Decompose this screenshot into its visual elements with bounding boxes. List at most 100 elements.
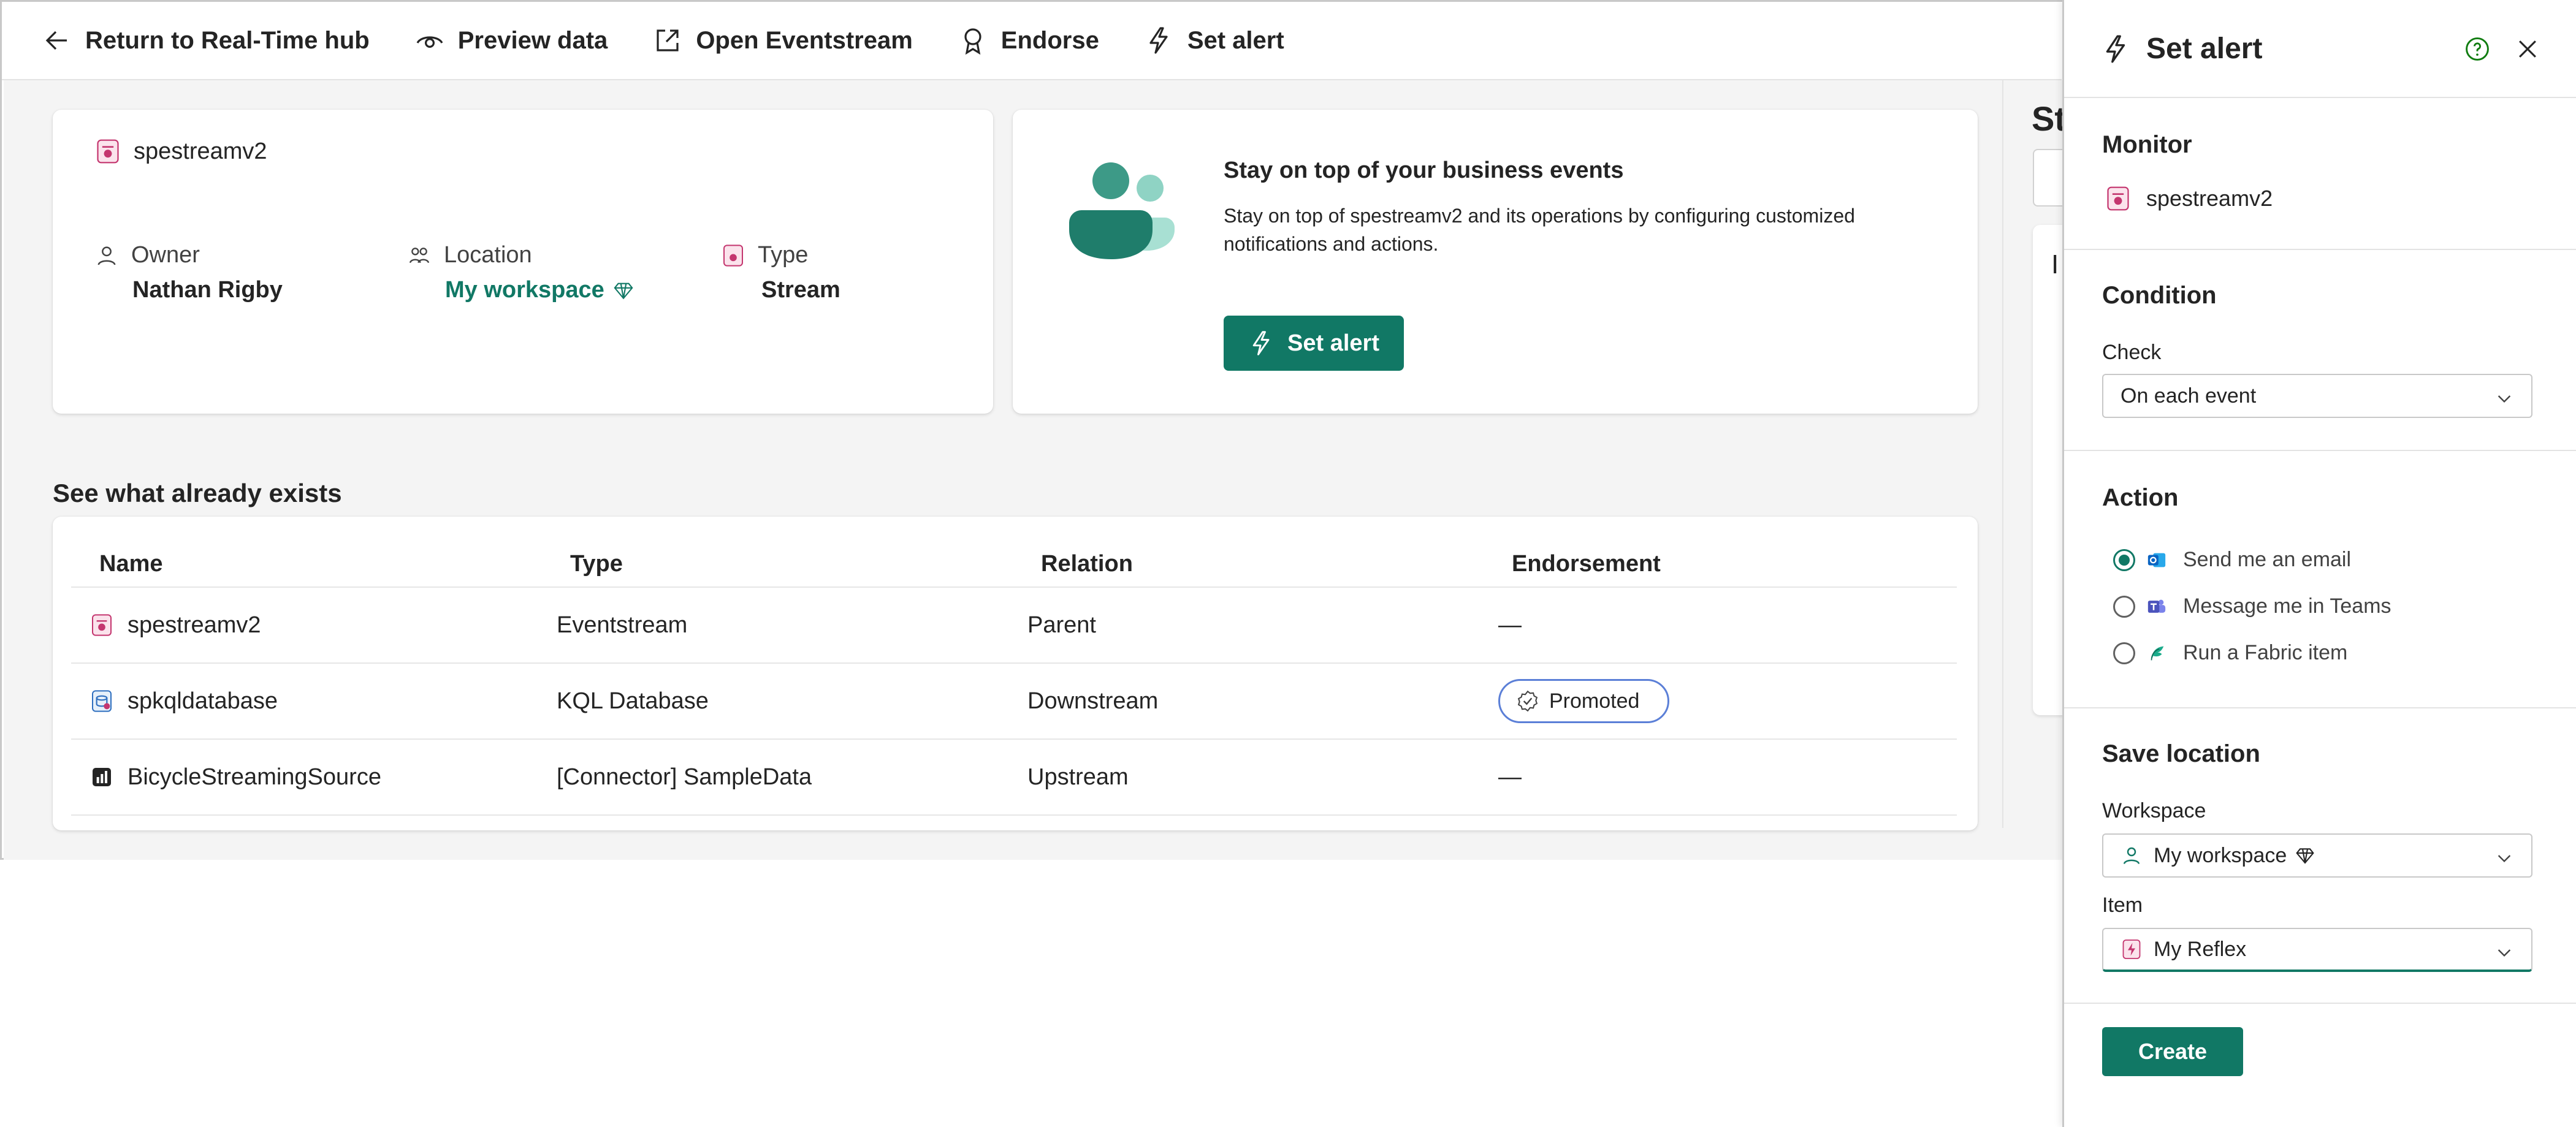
diamond-icon bbox=[2296, 848, 2314, 864]
row-name-cell[interactable]: BicycleStreamingSource bbox=[90, 764, 381, 791]
alert-promo-card: Stay on top of your business events Stay… bbox=[1013, 110, 1978, 414]
item-dropdown[interactable]: My Reflex bbox=[2102, 928, 2532, 972]
return-button[interactable]: Return to Real-Time hub bbox=[42, 26, 370, 55]
eventstream-icon bbox=[92, 614, 112, 636]
chevron-down-icon bbox=[2498, 855, 2511, 863]
promoted-badge: Promoted bbox=[1498, 679, 1670, 723]
row-endorsement-cell: Promoted bbox=[1498, 679, 1670, 723]
radio-unselected[interactable] bbox=[2113, 642, 2135, 664]
preview-data-button[interactable]: Preview data bbox=[415, 26, 608, 55]
person-icon bbox=[97, 246, 116, 265]
lightning-icon bbox=[2106, 35, 2125, 63]
promo-title: Stay on top of your business events bbox=[1224, 157, 1624, 183]
action-option-label: Message me in Teams bbox=[2183, 594, 2391, 618]
help-icon[interactable] bbox=[2464, 36, 2491, 63]
row-name-cell[interactable]: spestreamv2 bbox=[90, 612, 261, 639]
owner-value: Nathan Rigby bbox=[132, 277, 283, 303]
eventstream-icon bbox=[2107, 186, 2129, 211]
table-row[interactable]: spkqldatabase KQL Database Downstream Pr… bbox=[71, 664, 1957, 740]
action-option-label: Run a Fabric item bbox=[2183, 641, 2348, 664]
people-illustration-icon bbox=[1069, 162, 1175, 259]
set-alert-button-label: Set alert bbox=[1287, 330, 1379, 356]
radio-selected[interactable] bbox=[2113, 548, 2135, 571]
item-name: spestreamv2 bbox=[134, 138, 267, 164]
monitor-title: Monitor bbox=[2102, 131, 2192, 158]
monitor-item-name: spestreamv2 bbox=[2146, 186, 2273, 211]
column-header-endorsement[interactable]: Endorsement bbox=[1512, 551, 1661, 577]
owner-field: Owner Nathan Rigby bbox=[94, 242, 283, 303]
chevron-down-icon bbox=[2498, 395, 2511, 403]
panel-title: Set alert bbox=[2146, 32, 2263, 65]
table-row[interactable]: BicycleStreamingSource [Connector] Sampl… bbox=[71, 740, 1957, 816]
eventstream-type-icon bbox=[723, 244, 743, 267]
toolbar: Return to Real-Time hub Preview data Ope… bbox=[2, 2, 2062, 80]
row-name: spkqldatabase bbox=[128, 688, 278, 714]
lightning-icon bbox=[1149, 27, 1168, 54]
main-content: spestreamv2 Owner Nathan Rigby Location … bbox=[4, 80, 2079, 860]
column-header-relation[interactable]: Relation bbox=[1041, 551, 1133, 577]
eye-icon bbox=[416, 36, 443, 48]
set-alert-panel: Set alert Monitor spestreamv2 Condition … bbox=[2062, 0, 2576, 1127]
kql-database-icon bbox=[92, 690, 112, 712]
action-option-email[interactable]: Send me an email bbox=[2113, 548, 2351, 572]
chevron-down-icon bbox=[2498, 949, 2511, 957]
action-option-label: Send me an email bbox=[2183, 548, 2352, 571]
location-label: Location bbox=[444, 242, 532, 268]
check-value: On each event bbox=[2121, 384, 2257, 408]
pane-divider bbox=[2002, 80, 2003, 828]
existing-section-title: See what already exists bbox=[53, 479, 342, 507]
type-value: Stream bbox=[761, 277, 840, 303]
reflex-icon bbox=[2122, 939, 2141, 959]
check-label: Check bbox=[2102, 341, 2162, 364]
set-alert-label: Set alert bbox=[1187, 26, 1284, 54]
action-title: Action bbox=[2102, 484, 2179, 511]
action-option-fabric[interactable]: Run a Fabric item bbox=[2113, 641, 2347, 665]
table-header: Name Type Relation Endorsement bbox=[71, 541, 1957, 588]
arrow-left-icon bbox=[45, 31, 67, 50]
divider bbox=[2064, 249, 2576, 250]
table-row[interactable]: spestreamv2 Eventstream Parent — bbox=[71, 588, 1957, 664]
row-type: KQL Database bbox=[557, 688, 709, 714]
close-icon[interactable] bbox=[2514, 36, 2541, 63]
location-link[interactable]: My workspace bbox=[445, 277, 634, 303]
radio-unselected[interactable] bbox=[2113, 595, 2135, 618]
type-label: Type bbox=[758, 242, 809, 268]
create-button[interactable]: Create bbox=[2102, 1027, 2243, 1076]
set-alert-button[interactable]: Set alert bbox=[1224, 316, 1404, 371]
workspace-label: Workspace bbox=[2102, 799, 2206, 822]
open-label: Open Eventstream bbox=[696, 26, 913, 54]
row-relation: Upstream bbox=[1027, 764, 1129, 790]
owner-label: Owner bbox=[131, 242, 200, 268]
peek-card-text: I bbox=[2051, 249, 2059, 279]
endorse-button[interactable]: Endorse bbox=[958, 26, 1099, 55]
open-eventstream-button[interactable]: Open Eventstream bbox=[653, 26, 913, 55]
check-dropdown[interactable]: On each event bbox=[2102, 374, 2532, 418]
badge-label: Promoted bbox=[1549, 689, 1640, 713]
workspace-dropdown[interactable]: My workspace bbox=[2102, 833, 2532, 878]
row-name: spestreamv2 bbox=[128, 612, 261, 638]
person-icon bbox=[2123, 847, 2140, 865]
divider bbox=[2064, 1003, 2576, 1004]
existing-items-table: Name Type Relation Endorsement spestream… bbox=[71, 541, 1957, 816]
diamond-icon bbox=[614, 283, 633, 299]
item-label: Item bbox=[2102, 894, 2143, 917]
type-field: Type Stream bbox=[721, 242, 840, 303]
divider bbox=[2064, 97, 2576, 98]
return-label: Return to Real-Time hub bbox=[85, 26, 370, 54]
row-relation: Parent bbox=[1027, 612, 1096, 638]
divider bbox=[2064, 450, 2576, 451]
monitor-item: spestreamv2 bbox=[2105, 185, 2273, 212]
set-alert-toolbar-button[interactable]: Set alert bbox=[1145, 26, 1284, 55]
row-type: Eventstream bbox=[557, 612, 688, 638]
save-location-title: Save location bbox=[2102, 740, 2260, 767]
eventstream-icon bbox=[97, 139, 119, 164]
action-option-teams[interactable]: Message me in Teams bbox=[2113, 594, 2391, 618]
row-name-cell[interactable]: spkqldatabase bbox=[90, 688, 278, 715]
existing-items-card: Name Type Relation Endorsement spestream… bbox=[53, 517, 1978, 830]
preview-label: Preview data bbox=[457, 26, 608, 54]
promo-description: Stay on top of spestreamv2 and its opera… bbox=[1224, 205, 1855, 255]
column-header-type[interactable]: Type bbox=[570, 551, 623, 577]
item-name-row: spestreamv2 bbox=[94, 138, 267, 165]
location-value: My workspace bbox=[445, 277, 604, 303]
column-header-name[interactable]: Name bbox=[99, 551, 163, 577]
